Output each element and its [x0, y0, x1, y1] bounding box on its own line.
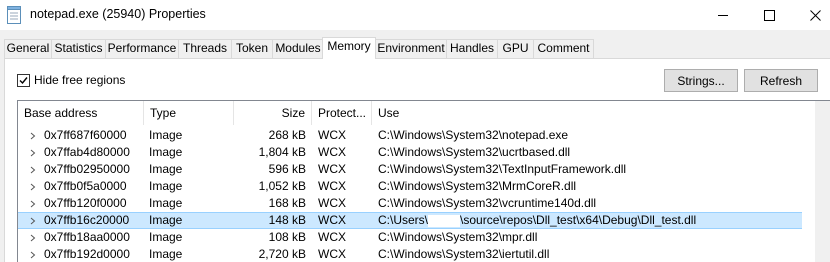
tab-general[interactable]: General — [4, 39, 52, 58]
strings-button[interactable]: Strings... — [664, 69, 738, 92]
tab-threads[interactable]: Threads — [178, 39, 232, 58]
table-row[interactable]: 0x7ffb120f0000 Image 168 kB WCX C:\Windo… — [18, 195, 802, 212]
protection: WCX — [318, 128, 346, 142]
table-row-selected[interactable]: 0x7ffb16c20000 Image 148 kB WCX C:\Users… — [18, 212, 802, 229]
expand-chevron-icon[interactable] — [28, 178, 38, 195]
table-row[interactable]: 0x7ffb02950000 Image 596 kB WCX C:\Windo… — [18, 161, 802, 178]
size: 268 kB — [268, 128, 306, 142]
memory-panel: Hide free regions Strings... Refresh Bas… — [4, 59, 830, 262]
tab-gpu[interactable]: GPU — [497, 39, 534, 58]
use: C:\Windows\System32\ucrtbased.dll — [378, 145, 571, 159]
base-address: 0x7ffb18aa0000 — [44, 230, 130, 244]
memory-list[interactable]: Base address Type Size Protect... Use 0x… — [17, 100, 830, 262]
expand-chevron-icon[interactable] — [28, 144, 38, 161]
expand-chevron-icon[interactable] — [28, 246, 38, 262]
base-address: 0x7ffb16c20000 — [44, 213, 130, 227]
protection: WCX — [318, 145, 346, 159]
base-address: 0x7ff687f60000 — [44, 128, 127, 142]
maximize-button[interactable] — [746, 0, 792, 30]
type: Image — [149, 213, 183, 227]
minimize-icon — [717, 14, 728, 16]
expand-chevron-icon[interactable] — [28, 195, 38, 212]
use: C:\Windows\System32\iertutil.dll — [378, 247, 550, 261]
protection: WCX — [318, 230, 346, 244]
refresh-button[interactable]: Refresh — [744, 69, 818, 92]
use-suffix: \source\repos\Dll_test\x64\Debug\Dll_tes… — [460, 213, 697, 227]
type: Image — [149, 230, 183, 244]
hide-free-regions-label: Hide free regions — [34, 73, 126, 87]
vertical-scrollbar[interactable] — [815, 101, 830, 262]
type: Image — [149, 247, 183, 261]
use: C:\Windows\System32\notepad.exe — [378, 128, 569, 142]
tab-environment[interactable]: Environment — [375, 39, 447, 58]
type: Image — [149, 128, 183, 142]
protection: WCX — [318, 196, 346, 210]
base-address: 0x7ffb120f0000 — [44, 196, 127, 210]
use: C:\Windows\System32\MrmCoreR.dll — [378, 179, 577, 193]
table-row[interactable]: 0x7ffb18aa0000 Image 108 kB WCX C:\Windo… — [18, 229, 802, 246]
checkmark-icon — [19, 76, 28, 84]
expand-chevron-icon[interactable] — [28, 161, 38, 178]
size: 108 kB — [268, 230, 306, 244]
notepad-icon — [7, 6, 21, 24]
size: 148 kB — [268, 213, 306, 227]
base-address: 0x7ffb02950000 — [44, 162, 130, 176]
column-header-size[interactable]: Size — [234, 101, 312, 125]
base-address: 0x7ffab4d80000 — [44, 145, 130, 159]
table-row[interactable]: 0x7ffb192d0000 Image 2,720 kB WCX C:\Win… — [18, 246, 802, 262]
type: Image — [149, 196, 183, 210]
use: C:\Windows\System32\vcruntime140d.dll — [378, 196, 597, 210]
expand-chevron-icon[interactable] — [28, 229, 38, 246]
list-header: Base address Type Size Protect... Use — [18, 101, 830, 125]
minimize-button[interactable] — [700, 0, 746, 30]
size: 2,720 kB — [258, 247, 306, 261]
redacted-username — [428, 214, 461, 227]
size: 1,052 kB — [258, 179, 306, 193]
base-address: 0x7ffb192d0000 — [44, 247, 130, 261]
use: C:\Windows\System32\TextInputFramework.d… — [378, 162, 627, 176]
protection: WCX — [318, 162, 346, 176]
column-header-base-address[interactable]: Base address — [18, 101, 144, 125]
properties-dialog: General Statistics Performance Threads T… — [0, 30, 830, 262]
type: Image — [149, 145, 183, 159]
title-bar[interactable]: notepad.exe (25940) Properties — [0, 0, 830, 30]
tab-token[interactable]: Token — [231, 39, 273, 58]
size: 1,804 kB — [258, 145, 306, 159]
protection: WCX — [318, 213, 346, 227]
type: Image — [149, 179, 183, 193]
expand-chevron-icon[interactable] — [28, 127, 38, 144]
maximize-icon — [763, 9, 775, 21]
use: C:\Users\ \source\repos\Dll_test\x64\Debu… — [378, 212, 798, 229]
type: Image — [149, 162, 183, 176]
hide-free-regions-checkbox[interactable]: Hide free regions — [17, 73, 125, 87]
use: C:\Windows\System32\mpr.dll — [378, 230, 538, 244]
table-row[interactable]: 0x7ff687f60000 Image 268 kB WCX C:\Windo… — [18, 127, 802, 144]
tab-memory[interactable]: Memory — [322, 37, 376, 59]
table-row[interactable]: 0x7ffab4d80000 Image 1,804 kB WCX C:\Win… — [18, 144, 802, 161]
tab-comment[interactable]: Comment — [533, 39, 594, 58]
base-address: 0x7ffb0f5a0000 — [44, 179, 127, 193]
tab-handles[interactable]: Handles — [446, 39, 498, 58]
tab-statistics[interactable]: Statistics — [51, 39, 106, 58]
close-icon — [809, 9, 821, 21]
column-header-protection[interactable]: Protect... — [312, 101, 372, 125]
table-row[interactable]: 0x7ffb0f5a0000 Image 1,052 kB WCX C:\Win… — [18, 178, 802, 195]
protection: WCX — [318, 179, 346, 193]
use-prefix: C:\Users\ — [378, 213, 429, 227]
size: 168 kB — [268, 196, 306, 210]
window-title: notepad.exe (25940) Properties — [30, 7, 206, 21]
protection: WCX — [318, 247, 346, 261]
size: 596 kB — [268, 162, 306, 176]
tab-performance[interactable]: Performance — [105, 39, 179, 58]
column-header-use[interactable]: Use — [372, 101, 815, 125]
checkbox-box[interactable] — [17, 73, 30, 87]
tab-modules[interactable]: Modules — [272, 39, 324, 58]
close-button[interactable] — [792, 0, 830, 30]
expand-chevron-icon[interactable] — [28, 212, 38, 229]
column-header-type[interactable]: Type — [144, 101, 234, 125]
